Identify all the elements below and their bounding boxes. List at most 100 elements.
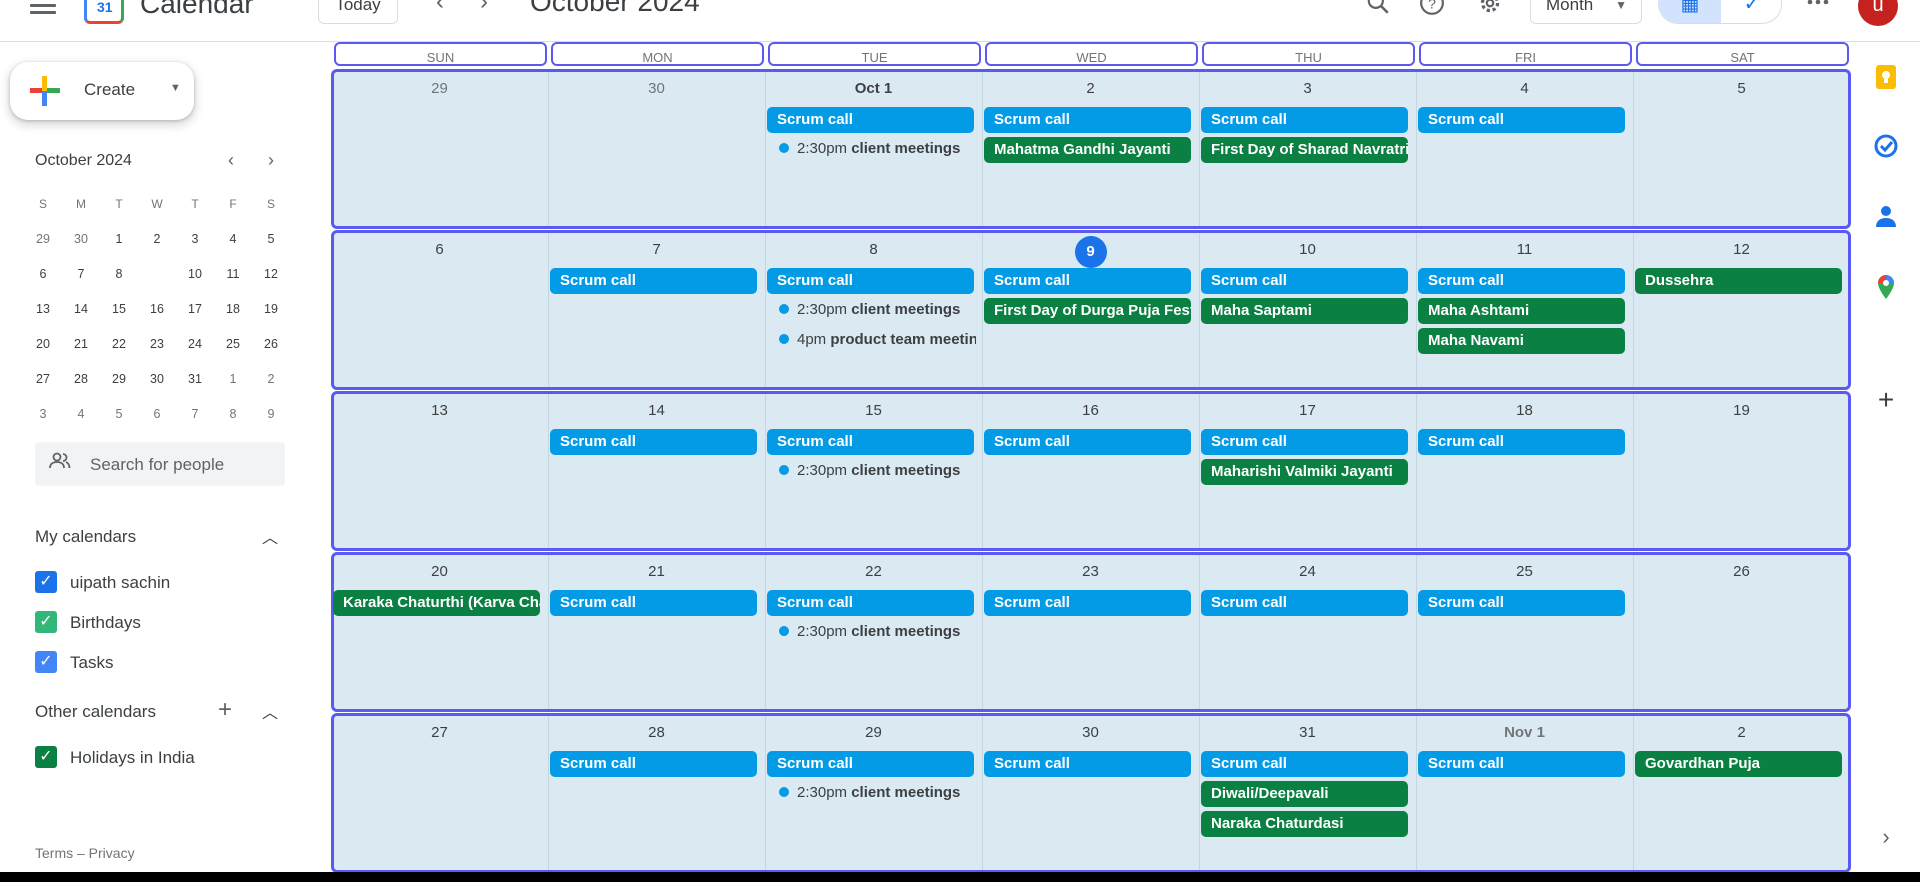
timed-event[interactable]: 2:30pm client meetings <box>767 620 976 644</box>
mini-day[interactable]: 23 <box>138 337 176 351</box>
holiday-event-chip[interactable]: Mahatma Gandhi Jayanti <box>984 137 1191 163</box>
event-chip[interactable]: Scrum call <box>1201 590 1408 616</box>
timed-event[interactable]: 2:30pm client meetings <box>767 298 976 322</box>
event-chip[interactable]: Scrum call <box>1418 268 1625 294</box>
event-chip[interactable]: Scrum call <box>984 107 1191 133</box>
event-chip[interactable]: Scrum call <box>767 268 974 294</box>
day-number[interactable]: 25 <box>1416 563 1633 580</box>
mini-day[interactable]: 11 <box>214 267 252 281</box>
day-number[interactable]: 30 <box>982 724 1199 741</box>
event-chip[interactable]: Scrum call <box>1418 751 1625 777</box>
settings-gear-icon[interactable] <box>1476 0 1504 18</box>
mini-day[interactable]: 31 <box>176 372 214 386</box>
apps-grid-icon[interactable] <box>1804 0 1832 18</box>
chevron-up-icon[interactable]: ︿ <box>262 524 278 548</box>
view-selector-dropdown[interactable]: Month ▼ <box>1530 0 1642 24</box>
day-number[interactable]: 8 <box>765 241 982 258</box>
terms-privacy-links[interactable]: Terms – Privacy <box>35 845 135 861</box>
day-number[interactable]: 4 <box>1416 80 1633 97</box>
day-number[interactable]: 17 <box>1199 402 1416 419</box>
holiday-event-chip[interactable]: Maharishi Valmiki Jayanti <box>1201 459 1408 485</box>
day-number[interactable]: 6 <box>331 241 548 258</box>
search-icon[interactable] <box>1364 0 1392 18</box>
mini-day[interactable]: 14 <box>62 302 100 316</box>
mini-day[interactable]: 7 <box>176 407 214 421</box>
expand-panel-icon[interactable]: › <box>1872 824 1900 852</box>
mini-day[interactable]: 5 <box>100 407 138 421</box>
holiday-event-chip[interactable]: Naraka Chaturdasi <box>1201 811 1408 837</box>
app-title[interactable]: Calendar <box>140 0 254 20</box>
checkbox-checked-icon[interactable]: ✓ <box>35 746 57 768</box>
tasks-icon[interactable] <box>1872 134 1900 162</box>
timed-event[interactable]: 2:30pm client meetings <box>767 781 976 805</box>
holiday-event-chip[interactable]: Maha Saptami <box>1201 298 1408 324</box>
event-chip[interactable]: Scrum call <box>984 751 1191 777</box>
mini-day[interactable]: 13 <box>24 302 62 316</box>
mini-day[interactable]: 4 <box>214 232 252 246</box>
next-month-icon[interactable]: › <box>480 0 488 16</box>
holiday-event-chip[interactable]: Diwali/Deepavali <box>1201 781 1408 807</box>
add-calendar-icon[interactable]: + <box>218 696 232 724</box>
mini-day[interactable]: 6 <box>24 267 62 281</box>
mini-day[interactable]: 29 <box>100 372 138 386</box>
event-chip[interactable]: Scrum call <box>1201 268 1408 294</box>
checkbox-checked-icon[interactable]: ✓ <box>35 571 57 593</box>
mini-day[interactable]: 8 <box>100 267 138 281</box>
event-chip[interactable]: Scrum call <box>767 751 974 777</box>
mini-day[interactable]: 22 <box>100 337 138 351</box>
mini-day[interactable]: 16 <box>138 302 176 316</box>
holiday-event-chip[interactable]: Karaka Chaturthi (Karva Chauth) <box>333 590 540 616</box>
chevron-up-icon[interactable]: ︿ <box>262 699 278 723</box>
day-number[interactable]: 7 <box>548 241 765 258</box>
day-number[interactable]: 2 <box>982 80 1199 97</box>
event-chip[interactable]: Scrum call <box>1418 590 1625 616</box>
day-number[interactable]: 11 <box>1416 241 1633 258</box>
maps-icon[interactable] <box>1872 274 1900 302</box>
holiday-event-chip[interactable]: Maha Ashtami <box>1418 298 1625 324</box>
day-number[interactable]: 30 <box>548 80 765 97</box>
mini-day[interactable]: 7 <box>62 267 100 281</box>
event-chip[interactable]: Scrum call <box>550 268 757 294</box>
checkbox-checked-icon[interactable]: ✓ <box>35 651 57 673</box>
checkbox-checked-icon[interactable]: ✓ <box>35 611 57 633</box>
mini-day[interactable]: 28 <box>62 372 100 386</box>
calendar-logo-icon[interactable]: 31 <box>84 0 124 24</box>
day-number[interactable]: Oct 1 <box>765 80 982 97</box>
day-number[interactable]: 29 <box>765 724 982 741</box>
contacts-icon[interactable] <box>1872 204 1900 232</box>
day-number[interactable]: 10 <box>1199 241 1416 258</box>
help-icon[interactable]: ? <box>1418 0 1446 18</box>
event-chip[interactable]: Scrum call <box>767 590 974 616</box>
search-people-input[interactable]: Search for people <box>35 442 285 486</box>
day-number[interactable]: 13 <box>331 402 548 419</box>
day-number[interactable]: 24 <box>1199 563 1416 580</box>
day-number[interactable]: 5 <box>1633 80 1850 97</box>
day-number[interactable]: 22 <box>765 563 982 580</box>
my-calendars-title[interactable]: My calendars <box>35 527 136 547</box>
holiday-event-chip[interactable]: First Day of Sharad Navratri <box>1201 137 1408 163</box>
timed-event[interactable]: 2:30pm client meetings <box>767 137 976 161</box>
event-chip[interactable]: Scrum call <box>984 429 1191 455</box>
mini-day[interactable]: 1 <box>100 232 138 246</box>
mini-prev-month-icon[interactable]: ‹ <box>228 150 234 171</box>
main-menu-icon[interactable] <box>30 0 56 14</box>
create-button[interactable]: Create ▼ <box>10 62 194 120</box>
day-number[interactable]: 29 <box>331 80 548 97</box>
event-chip[interactable]: Scrum call <box>1418 429 1625 455</box>
other-calendars-title[interactable]: Other calendars <box>35 702 156 722</box>
timed-event[interactable]: 4pm product team meeting <box>767 328 976 352</box>
mini-day[interactable]: 29 <box>24 232 62 246</box>
day-number[interactable]: 28 <box>548 724 765 741</box>
event-chip[interactable]: Scrum call <box>984 268 1191 294</box>
today-button[interactable]: Today <box>318 0 398 24</box>
event-chip[interactable]: Scrum call <box>1201 429 1408 455</box>
mini-day[interactable]: 5 <box>252 232 290 246</box>
holiday-event-chip[interactable]: First Day of Durga Puja Festivities <box>984 298 1191 324</box>
day-number[interactable]: 19 <box>1633 402 1850 419</box>
holiday-event-chip[interactable]: Dussehra <box>1635 268 1842 294</box>
mini-day[interactable]: 9 <box>252 407 290 421</box>
mini-day[interactable]: 3 <box>176 232 214 246</box>
account-avatar[interactable]: u <box>1858 0 1898 26</box>
mini-day[interactable]: 15 <box>100 302 138 316</box>
day-number[interactable]: 27 <box>331 724 548 741</box>
